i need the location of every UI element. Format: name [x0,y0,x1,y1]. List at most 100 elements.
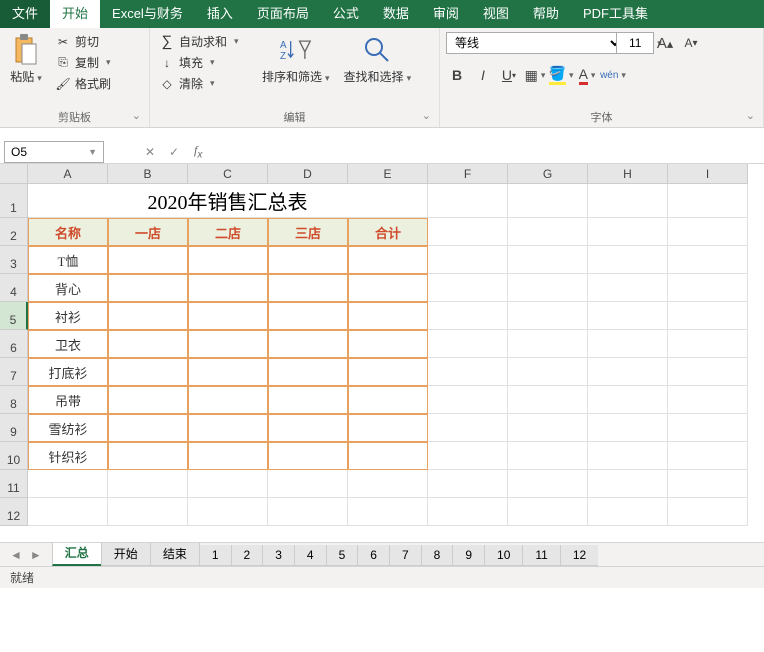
cell[interactable] [428,386,508,414]
cell[interactable] [428,218,508,246]
cell[interactable] [668,218,748,246]
column-header[interactable]: H [588,164,668,184]
column-header[interactable]: D [268,164,348,184]
fill-button[interactable]: ↓ 填充 [156,53,252,72]
decrease-font-button[interactable]: A▾ [680,32,702,54]
sheet-tab[interactable]: 2 [231,545,264,566]
tab-file[interactable]: 文件 [0,0,50,28]
table-data-cell[interactable] [188,274,268,302]
table-name-cell[interactable]: 雪纺衫 [28,414,108,442]
font-size-dropdown[interactable] [628,32,650,54]
fill-color-button[interactable]: 🪣 [550,64,572,86]
table-data-cell[interactable] [268,442,348,470]
table-data-cell[interactable] [188,386,268,414]
table-data-cell[interactable] [108,358,188,386]
table-data-cell[interactable] [348,386,428,414]
formula-input[interactable] [210,141,764,163]
cell[interactable] [268,470,348,498]
format-painter-button[interactable]: 🖌 格式刷 [52,74,114,93]
cell[interactable] [428,302,508,330]
sheet-nav-next[interactable]: ► [30,548,42,562]
cell[interactable] [668,302,748,330]
sheet-tab[interactable]: 9 [452,545,485,566]
cell[interactable] [508,302,588,330]
italic-button[interactable]: I [472,64,494,86]
cell[interactable] [668,274,748,302]
table-header-cell[interactable]: 二店 [188,218,268,246]
table-data-cell[interactable] [268,358,348,386]
cell[interactable] [588,246,668,274]
sheet-tab[interactable]: 汇总 [52,543,102,566]
cell[interactable] [588,498,668,526]
table-name-cell[interactable]: 针织衫 [28,442,108,470]
row-header[interactable]: 7 [0,358,28,386]
table-data-cell[interactable] [108,442,188,470]
cell[interactable] [268,498,348,526]
tab-help[interactable]: 帮助 [521,0,571,28]
sheet-tab[interactable]: 结束 [150,543,200,566]
spreadsheet-grid[interactable]: ABCDEFGHI 123456789101112 2020年销售汇总表名称一店… [0,164,764,542]
table-data-cell[interactable] [108,414,188,442]
column-header[interactable]: G [508,164,588,184]
cell[interactable] [508,184,588,218]
tab-excel-finance[interactable]: Excel与财务 [100,0,195,28]
cell[interactable] [348,498,428,526]
table-data-cell[interactable] [348,330,428,358]
cell[interactable] [508,442,588,470]
cell[interactable] [668,498,748,526]
row-header[interactable]: 6 [0,330,28,358]
cell[interactable] [668,330,748,358]
title-cell[interactable]: 2020年销售汇总表 [28,184,428,218]
table-data-cell[interactable] [188,414,268,442]
table-name-cell[interactable]: 衬衫 [28,302,108,330]
sheet-nav-prev[interactable]: ◄ [10,548,22,562]
sheet-tab[interactable]: 4 [294,545,327,566]
cell[interactable] [668,414,748,442]
select-all-corner[interactable] [0,164,28,184]
table-data-cell[interactable] [268,414,348,442]
table-header-cell[interactable]: 合计 [348,218,428,246]
fx-icon[interactable]: fx [186,143,210,160]
cell[interactable] [668,470,748,498]
autosum-button[interactable]: ∑ 自动求和 [156,32,252,51]
sheet-tab[interactable]: 8 [421,545,454,566]
table-header-cell[interactable]: 名称 [28,218,108,246]
column-header[interactable]: A [28,164,108,184]
table-data-cell[interactable] [188,358,268,386]
sheet-tab[interactable]: 10 [484,545,523,566]
tab-page-layout[interactable]: 页面布局 [245,0,321,28]
cell[interactable] [508,218,588,246]
tab-home[interactable]: 开始 [50,0,100,28]
row-header[interactable]: 3 [0,246,28,274]
table-data-cell[interactable] [348,302,428,330]
cell[interactable] [508,470,588,498]
cell[interactable] [508,246,588,274]
font-color-button[interactable]: A [576,64,598,86]
table-data-cell[interactable] [108,274,188,302]
cell[interactable] [188,470,268,498]
cell[interactable] [668,358,748,386]
cell[interactable] [588,218,668,246]
sheet-tab[interactable]: 5 [326,545,359,566]
cell[interactable] [428,414,508,442]
column-header[interactable]: C [188,164,268,184]
table-data-cell[interactable] [348,442,428,470]
table-name-cell[interactable]: 背心 [28,274,108,302]
paste-button[interactable]: 粘贴 [6,32,46,87]
sort-filter-button[interactable]: AZ 排序和筛选 [258,32,334,87]
cut-button[interactable]: ✂ 剪切 [52,32,114,51]
cell[interactable] [508,498,588,526]
cell[interactable] [508,386,588,414]
tab-view[interactable]: 视图 [471,0,521,28]
cell[interactable] [508,414,588,442]
phonetic-button[interactable]: wén [602,64,624,86]
cell[interactable] [108,470,188,498]
sheet-tab[interactable]: 1 [199,545,232,566]
table-name-cell[interactable]: 吊带 [28,386,108,414]
table-data-cell[interactable] [268,386,348,414]
cell[interactable] [28,470,108,498]
table-data-cell[interactable] [188,246,268,274]
table-data-cell[interactable] [268,330,348,358]
cell[interactable] [588,386,668,414]
table-data-cell[interactable] [268,246,348,274]
